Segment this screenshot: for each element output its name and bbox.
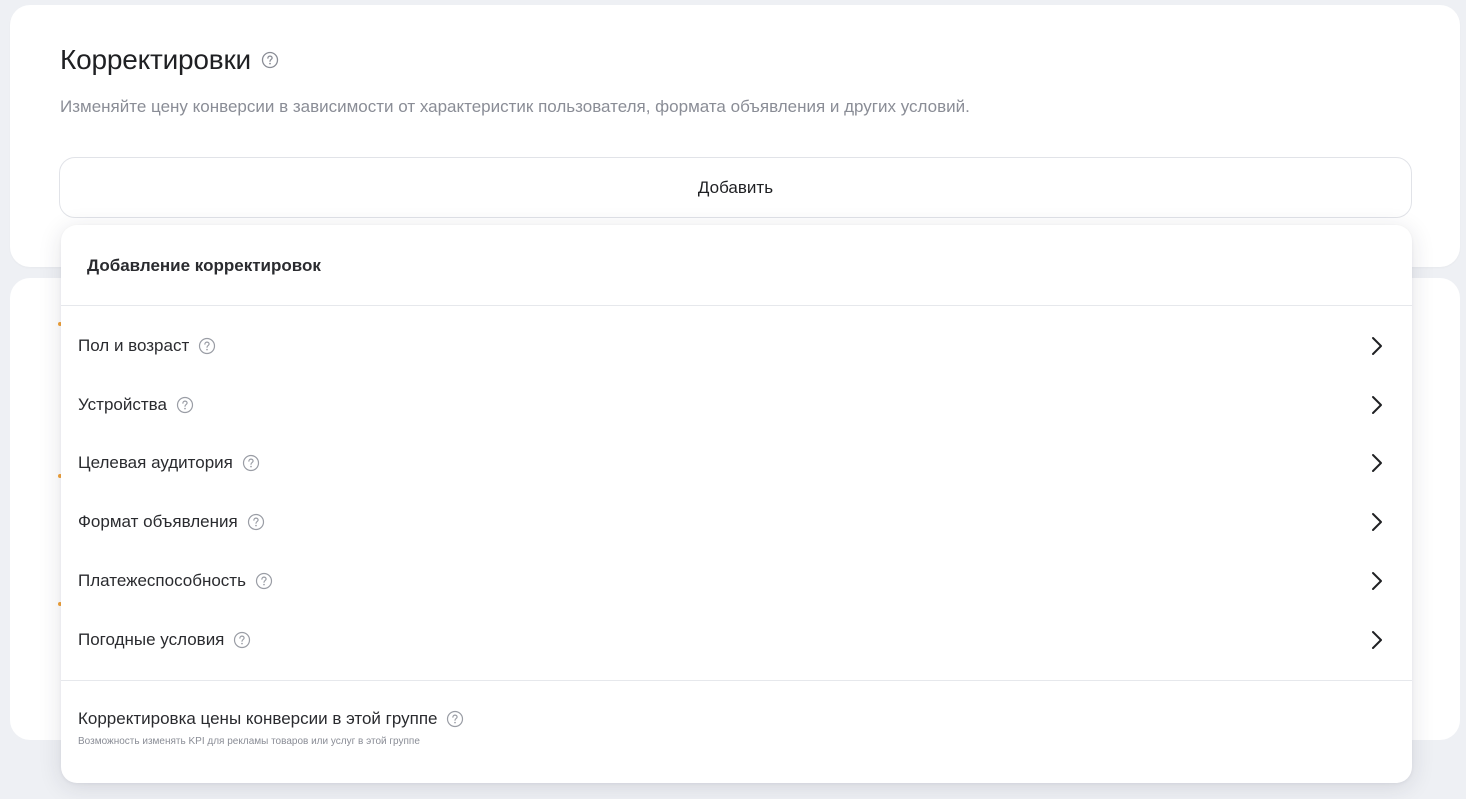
- chevron-right-icon: [1372, 513, 1382, 531]
- menu-item-ad-format[interactable]: Формат объявления: [61, 493, 1412, 551]
- conversion-price-adjustment-item[interactable]: Корректировка цены конверсии в этой груп…: [78, 709, 464, 747]
- help-icon[interactable]: [242, 454, 260, 472]
- help-icon[interactable]: [261, 44, 279, 76]
- menu-item-label: Погодные условия: [78, 630, 225, 649]
- menu-item-label: Пол и возраст: [78, 336, 190, 355]
- add-button[interactable]: Добавить: [59, 157, 1412, 218]
- divider: [61, 305, 1412, 306]
- section-description: Изменяйте цену конверсии в зависимости о…: [60, 97, 970, 116]
- section-title-text: Корректировки: [60, 44, 251, 75]
- help-icon[interactable]: [198, 337, 216, 355]
- help-icon[interactable]: [233, 631, 251, 649]
- section-title: Корректировки: [60, 44, 279, 76]
- chevron-right-icon: [1372, 572, 1382, 590]
- help-icon[interactable]: [255, 572, 273, 590]
- footer-item-subtitle: Возможность изменять KPI для рекламы тов…: [78, 736, 420, 747]
- help-icon[interactable]: [176, 396, 194, 414]
- chevron-right-icon: [1372, 396, 1382, 414]
- menu-item-weather[interactable]: Погодные условия: [61, 611, 1412, 669]
- menu-item-label: Устройства: [78, 395, 167, 414]
- menu-item-solvency[interactable]: Платежеспособность: [61, 552, 1412, 610]
- dropdown-header: Добавление корректировок: [87, 256, 321, 275]
- menu-item-label: Платежеспособность: [78, 571, 246, 590]
- menu-item-gender-age[interactable]: Пол и возраст: [61, 317, 1412, 375]
- chevron-right-icon: [1372, 454, 1382, 472]
- menu-item-devices[interactable]: Устройства: [61, 376, 1412, 434]
- help-icon[interactable]: [247, 513, 265, 531]
- menu-item-label: Формат объявления: [78, 512, 238, 531]
- menu-item-label: Целевая аудитория: [78, 453, 233, 472]
- chevron-right-icon: [1372, 337, 1382, 355]
- chevron-right-icon: [1372, 631, 1382, 649]
- help-icon[interactable]: [446, 710, 464, 728]
- footer-item-title: Корректировка цены конверсии в этой груп…: [78, 709, 438, 728]
- divider: [61, 680, 1412, 681]
- menu-item-target-audience[interactable]: Целевая аудитория: [61, 434, 1412, 492]
- add-adjustments-dropdown: Добавление корректировок Пол и возраст У…: [61, 225, 1412, 783]
